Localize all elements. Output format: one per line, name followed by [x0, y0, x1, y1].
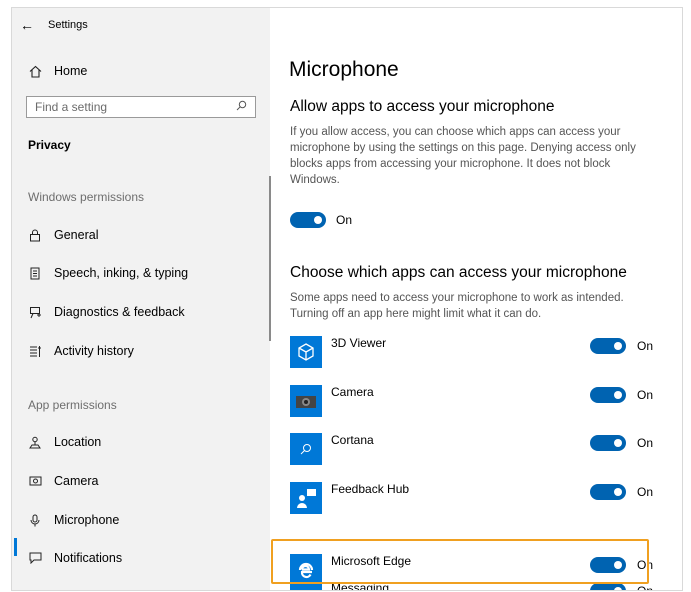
toggle-label: On [637, 436, 654, 450]
camera-app-icon [290, 385, 322, 417]
main-content: Microphone Allow apps to access your mic… [270, 8, 682, 590]
microphone-icon [28, 513, 42, 527]
sidebar-item-home[interactable]: Home [28, 64, 87, 78]
sidebar-item-location[interactable]: Location [28, 435, 101, 449]
sidebar-item-microphone[interactable]: Microphone [28, 513, 119, 527]
app-row-camera: Camera On [290, 385, 660, 419]
toggle-switch[interactable] [590, 583, 626, 590]
toggle-label: On [336, 213, 353, 227]
sidebar-item-label: Speech, inking, & typing [54, 266, 189, 280]
search-icon[interactable] [236, 100, 247, 114]
app-toggle[interactable]: On [590, 583, 653, 590]
sidebar-item-general[interactable]: General [28, 228, 98, 242]
app-row-3d-viewer: 3D Viewer On [290, 336, 660, 370]
app-name: Camera [331, 385, 374, 399]
windows-permissions-label: Windows permissions [28, 190, 145, 204]
sidebar-item-activity[interactable]: Activity history [28, 344, 134, 358]
sidebar-item-label: Home [54, 64, 88, 78]
allow-heading: Allow apps to access your microphone [290, 98, 555, 115]
back-arrow-icon[interactable]: ← [20, 18, 34, 32]
choose-description: Some apps need to access your microphone… [290, 292, 624, 320]
app-toggle[interactable]: On [590, 387, 653, 403]
category-title: Privacy [28, 138, 71, 152]
settings-window: ← Settings Home Find a setting Privacy W… [12, 8, 682, 590]
page-title: Microphone [289, 58, 399, 81]
activity-icon [28, 344, 42, 358]
sidebar-item-diagnostics[interactable]: Diagnostics & feedback [28, 305, 185, 319]
toggle-switch[interactable] [290, 212, 326, 228]
speech-icon [28, 266, 42, 280]
toggle-label: On [637, 388, 654, 402]
allow-description: If you allow access, you can choose whic… [290, 126, 636, 186]
app-name: 3D Viewer [331, 336, 387, 350]
sidebar-item-label: Activity history [54, 344, 134, 358]
sidebar-item-label: Camera [54, 474, 99, 488]
toggle-switch[interactable] [590, 387, 626, 403]
toggle-switch[interactable] [590, 338, 626, 354]
sidebar-item-label: General [54, 228, 99, 242]
app-row-cortana: Cortana On [290, 433, 660, 467]
title-bar: ← Settings [20, 18, 88, 32]
3d-viewer-icon [290, 336, 322, 368]
app-toggle[interactable]: On [590, 484, 653, 500]
sidebar-item-speech[interactable]: Speech, inking, & typing [28, 266, 188, 280]
camera-icon [28, 474, 42, 488]
home-icon [28, 64, 42, 78]
sidebar-item-notifications[interactable]: Notifications [28, 551, 122, 565]
sidebar-item-label: Diagnostics & feedback [54, 305, 185, 319]
feedback-hub-icon [290, 482, 322, 514]
sidebar-item-label: Notifications [54, 551, 123, 565]
toggle-label: On [637, 485, 654, 499]
lock-icon [28, 228, 42, 242]
choose-heading: Choose which apps can access your microp… [290, 264, 627, 281]
app-toggle[interactable]: On [590, 338, 653, 354]
notifications-icon [28, 551, 42, 565]
selection-indicator [14, 538, 17, 556]
app-name: Cortana [331, 433, 374, 447]
sidebar-item-label: Location [54, 435, 102, 449]
app-permissions-label: App permissions [28, 398, 117, 412]
cortana-icon [290, 433, 322, 465]
diagnostics-icon [28, 305, 42, 319]
toggle-switch[interactable] [590, 484, 626, 500]
sidebar-item-camera[interactable]: Camera [28, 474, 98, 488]
edge-highlight-box [271, 539, 649, 584]
sidebar: ← Settings Home Find a setting Privacy W… [12, 8, 271, 590]
app-row-feedback-hub: Feedback Hub On [290, 482, 660, 516]
app-toggle[interactable]: On [590, 435, 653, 451]
allow-toggle[interactable]: On [290, 212, 352, 228]
search-placeholder: Find a setting [35, 100, 108, 114]
search-input[interactable]: Find a setting [26, 96, 256, 118]
window-title: Settings [48, 19, 88, 31]
sidebar-item-label: Microphone [54, 513, 120, 527]
location-icon [28, 435, 42, 449]
app-name: Feedback Hub [331, 482, 410, 496]
toggle-switch[interactable] [590, 435, 626, 451]
toggle-label: On [637, 584, 653, 590]
toggle-label: On [637, 339, 654, 353]
